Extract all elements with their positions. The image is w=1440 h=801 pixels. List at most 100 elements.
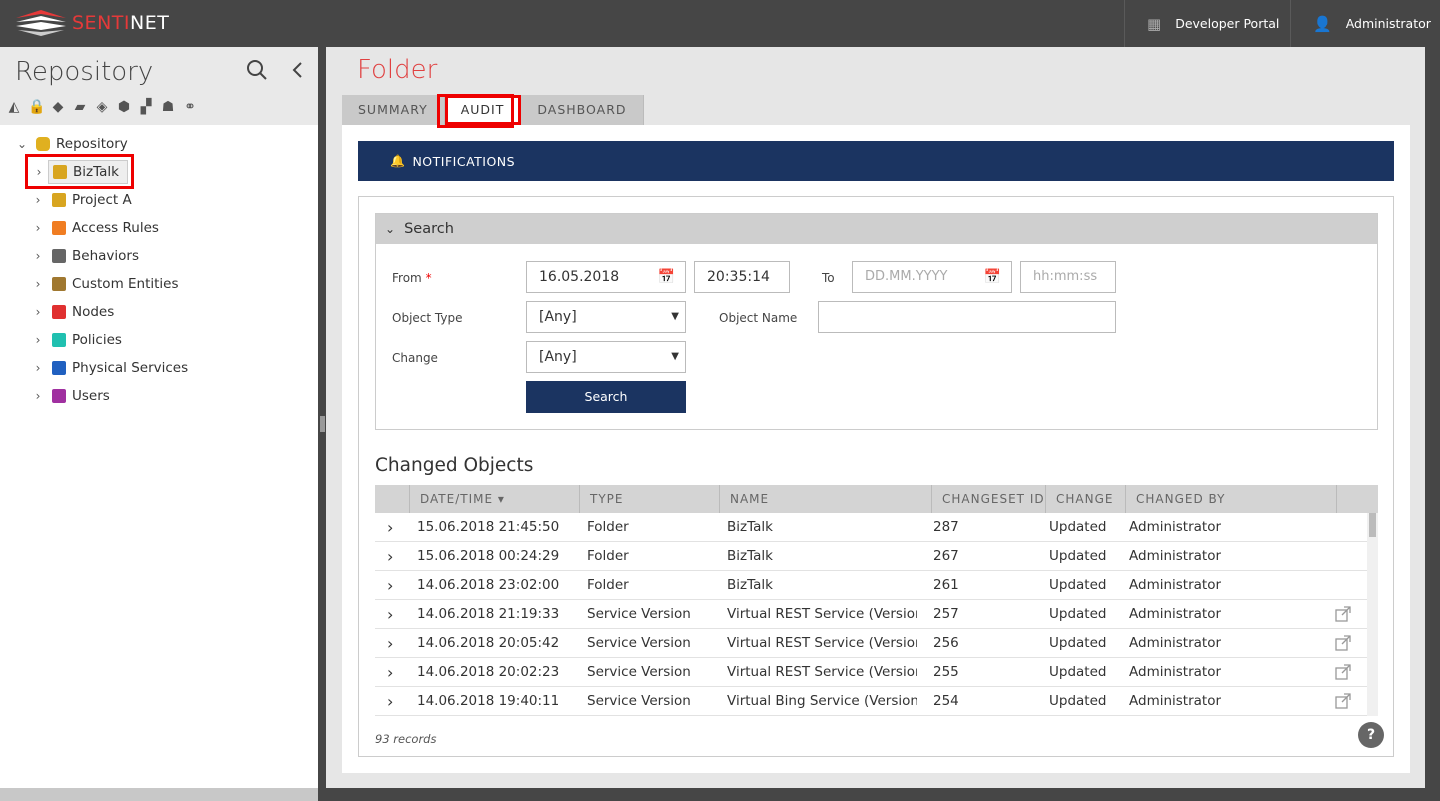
tree-item-nodes[interactable]: › Nodes: [30, 300, 115, 324]
cell-type: Folder: [587, 548, 629, 564]
search-button[interactable]: Search: [526, 381, 686, 413]
chevron-down-icon[interactable]: ⌄: [385, 222, 395, 236]
tree-item-behaviors[interactable]: › Behaviors: [30, 244, 139, 268]
tree-item-label: Project A: [72, 192, 132, 208]
user-menu[interactable]: 👤 Administrator: [1290, 0, 1440, 47]
object-name-input[interactable]: [818, 301, 1116, 333]
tree-item-users[interactable]: › Users: [30, 384, 110, 408]
column-name[interactable]: NAME: [719, 485, 931, 513]
table-row[interactable]: › 14.06.2018 20:02:23 Service Version Virtu…: [375, 658, 1367, 687]
custom-entities-filter-icon[interactable]: ▞: [138, 99, 154, 115]
cell-by: Administrator: [1129, 577, 1222, 593]
tree-item-icon: [52, 193, 66, 207]
expand-row-icon[interactable]: ›: [387, 687, 393, 716]
audit-box: ⌄ Search From * 16.05.2018 📅 20:35:14 To…: [358, 196, 1394, 757]
access-rules-filter-icon[interactable]: 🔒: [28, 99, 45, 115]
expand-row-icon[interactable]: ›: [387, 629, 393, 658]
expand-row-icon[interactable]: ›: [387, 658, 393, 687]
from-date-input[interactable]: 16.05.2018 📅: [526, 261, 686, 293]
tree-item-custom-entities[interactable]: › Custom Entities: [30, 272, 179, 296]
behaviors-filter-icon[interactable]: ◆: [50, 99, 66, 115]
tree-item-icon: [52, 305, 66, 319]
column-changed-by[interactable]: CHANGED BY: [1125, 485, 1336, 513]
change-label: Change: [392, 351, 438, 365]
sentinet-logo[interactable]: SENTINET: [14, 8, 169, 38]
physical-services-filter-icon[interactable]: ◭: [6, 99, 22, 115]
cell-by: Administrator: [1129, 548, 1222, 564]
grid-scrollbar[interactable]: [1367, 513, 1378, 716]
search-panel: ⌄ Search From * 16.05.2018 📅 20:35:14 To…: [375, 213, 1378, 430]
cell-by: Administrator: [1129, 635, 1222, 651]
chevron-right-icon[interactable]: ›: [30, 249, 46, 263]
cell-type: Folder: [587, 577, 629, 593]
cell-changeset: 256: [933, 635, 959, 651]
table-row[interactable]: › 15.06.2018 21:45:50 Folder BizTalk 287 Upda…: [375, 513, 1367, 542]
tree-item-project-a[interactable]: › Project A: [30, 188, 132, 212]
table-row[interactable]: › 14.06.2018 23:02:00 Folder BizTalk 261 Upda…: [375, 571, 1367, 600]
tree-root-repository[interactable]: ⌄ Repository: [14, 132, 128, 156]
column-actions: [1336, 485, 1378, 513]
open-external-icon[interactable]: [1335, 687, 1351, 716]
calendar-icon[interactable]: 📅: [984, 262, 1001, 292]
caret-down-icon: ▼: [671, 311, 679, 322]
developer-portal-link[interactable]: ▦ Developer Portal: [1124, 0, 1290, 47]
chevron-right-icon[interactable]: ›: [30, 305, 46, 319]
open-external-icon[interactable]: [1335, 658, 1351, 687]
expand-row-icon[interactable]: ›: [387, 600, 393, 629]
table-row[interactable]: › 14.06.2018 21:19:33 Service Version Virtu…: [375, 600, 1367, 629]
cell-datetime: 14.06.2018 19:40:11: [417, 693, 560, 709]
nodes-filter-icon[interactable]: ◈: [94, 99, 110, 115]
cell-name: Virtual Bing Service (Version ...: [727, 693, 917, 709]
chevron-right-icon[interactable]: ›: [30, 193, 46, 207]
scrollbar-thumb[interactable]: [1369, 513, 1376, 537]
to-date-input[interactable]: DD.MM.YYYY 📅: [852, 261, 1012, 293]
repository-title: Repository: [15, 57, 154, 87]
search-icon[interactable]: [246, 59, 268, 86]
cell-by: Administrator: [1129, 693, 1222, 709]
change-select[interactable]: [Any] ▼: [526, 341, 686, 373]
chevron-right-icon[interactable]: ›: [30, 333, 46, 347]
policies-filter-icon[interactable]: ⬢: [116, 99, 132, 115]
column-datetime[interactable]: DATE/TIME ▾: [409, 485, 579, 513]
cell-name: Virtual REST Service (Version...: [727, 664, 917, 680]
users-filter-icon[interactable]: ☗: [160, 99, 176, 115]
tree-item-physical-services[interactable]: › Physical Services: [30, 356, 189, 380]
from-time-input[interactable]: 20:35:14: [694, 261, 790, 293]
tab-dashboard[interactable]: DASHBOARD: [521, 95, 644, 125]
search-header[interactable]: ⌄ Search: [376, 214, 1377, 244]
cell-by: Administrator: [1129, 606, 1222, 622]
tree-item-access-rules[interactable]: › Access Rules: [30, 216, 159, 240]
expand-row-icon[interactable]: ›: [387, 513, 393, 542]
object-type-select[interactable]: [Any] ▼: [526, 301, 686, 333]
grid-body: › 15.06.2018 21:45:50 Folder BizTalk 287 Upda…: [375, 513, 1378, 716]
open-external-icon[interactable]: [1335, 629, 1351, 658]
panel-resize-handle[interactable]: [320, 416, 325, 432]
table-row[interactable]: › 15.06.2018 00:24:29 Folder BizTalk 267 Upda…: [375, 542, 1367, 571]
folder-filter-icon[interactable]: ▰: [72, 99, 88, 115]
tree-item-label: Custom Entities: [72, 276, 179, 292]
column-type[interactable]: TYPE: [579, 485, 719, 513]
from-date-value: 16.05.2018: [539, 269, 620, 285]
tree-item-policies[interactable]: › Policies: [30, 328, 122, 352]
column-changeset-id[interactable]: CHANGESET ID: [931, 485, 1045, 513]
chevron-right-icon[interactable]: ›: [30, 277, 46, 291]
table-row[interactable]: › 14.06.2018 20:05:42 Service Version Virtu…: [375, 629, 1367, 658]
chevron-right-icon[interactable]: ›: [30, 361, 46, 375]
table-row[interactable]: › 14.06.2018 19:40:11 Service Version Virtu…: [375, 687, 1367, 716]
help-button[interactable]: ?: [1358, 722, 1384, 748]
search-heading: Search: [404, 221, 454, 237]
chevron-right-icon[interactable]: ›: [30, 389, 46, 403]
tab-summary[interactable]: SUMMARY: [342, 95, 445, 125]
column-change[interactable]: CHANGE: [1045, 485, 1125, 513]
expand-row-icon[interactable]: ›: [387, 571, 393, 600]
database-icon: [36, 137, 50, 151]
chevron-down-icon[interactable]: ⌄: [14, 137, 30, 151]
open-external-icon[interactable]: [1335, 600, 1351, 629]
collapse-panel-icon[interactable]: [290, 59, 304, 86]
notifications-bar[interactable]: 🔔 NOTIFICATIONS: [358, 141, 1394, 181]
to-time-input[interactable]: hh:mm:ss: [1020, 261, 1116, 293]
calendar-icon[interactable]: 📅: [658, 262, 675, 292]
chevron-right-icon[interactable]: ›: [30, 221, 46, 235]
expand-row-icon[interactable]: ›: [387, 542, 393, 571]
other-filter-icon[interactable]: ⚭: [182, 99, 198, 115]
